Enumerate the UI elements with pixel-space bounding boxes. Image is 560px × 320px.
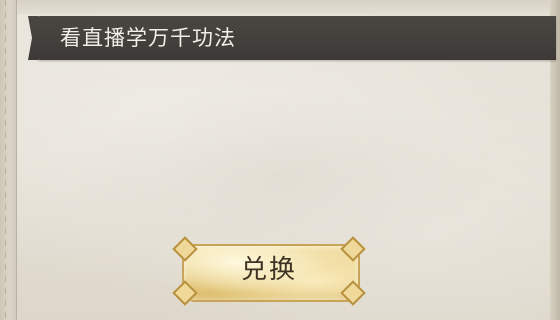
redeem-button-label: 兑换 — [240, 255, 297, 285]
content-area — [60, 90, 500, 260]
top-frame-edge — [0, 0, 560, 14]
redeem-panel: 看直播学万千功法 兑换 — [0, 0, 560, 320]
panel-title: 看直播学万千功法 — [60, 26, 236, 50]
title-bar: 看直播学万千功法 — [36, 16, 556, 60]
redeem-button[interactable]: 兑换 — [172, 236, 366, 306]
left-frame-border — [0, 0, 17, 320]
